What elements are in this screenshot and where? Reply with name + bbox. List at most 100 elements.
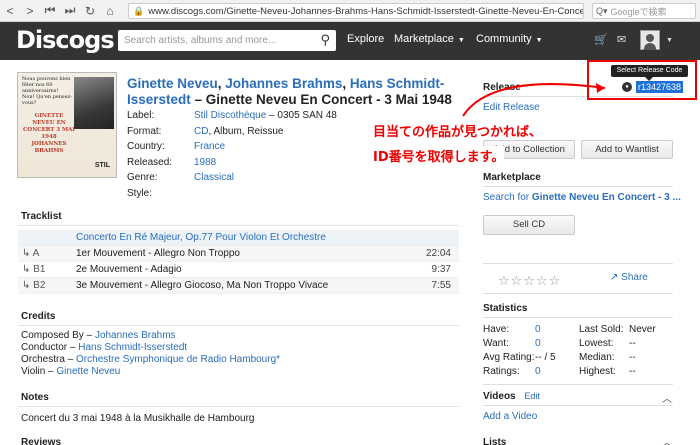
- divider: [483, 384, 673, 385]
- cart-icon[interactable]: 🛒: [594, 33, 608, 46]
- release-code-text[interactable]: r13427638: [636, 81, 684, 93]
- cover-top-text: Nous pouvons bien fêter nos 60 anniversa…: [22, 76, 72, 106]
- avatar[interactable]: [640, 30, 660, 50]
- site-search-placeholder: Search artists, albums and more...: [124, 35, 277, 46]
- search-icon[interactable]: ⚲: [320, 32, 330, 48]
- stat-avg-rating: -- / 5: [535, 352, 556, 363]
- site-header: Discogs Search artists, albums and more.…: [0, 22, 700, 60]
- nav-marketplace-label: Marketplace: [394, 33, 454, 45]
- stat-median: --: [629, 352, 636, 363]
- stat-last-sold: Never: [629, 324, 656, 335]
- meta-row-label: Label: Stil Discothèque – 0305 SAN 48: [127, 108, 337, 124]
- format-link[interactable]: CD: [194, 126, 208, 137]
- stat-have[interactable]: 0: [535, 323, 579, 337]
- cover-photo: [74, 77, 114, 129]
- chevron-down-icon[interactable]: ▼: [666, 37, 673, 44]
- lock-icon: 🔒: [133, 5, 145, 16]
- share-label: Share: [621, 272, 648, 283]
- videos-edit-link[interactable]: Edit: [524, 391, 540, 401]
- site-logo[interactable]: Discogs: [16, 26, 115, 54]
- address-bar[interactable]: 🔒 www.discogs.com/Ginette-Neveu-Johannes…: [128, 3, 584, 19]
- credits-heading: Credits: [21, 311, 56, 322]
- stat-label: Highest:: [579, 366, 616, 377]
- add-to-wantlist-button[interactable]: Add to Wantlist: [581, 140, 673, 159]
- divider: [483, 186, 673, 187]
- annotation-arrow: [462, 83, 606, 117]
- chevron-down-icon: ▼: [457, 37, 465, 44]
- divider: [483, 317, 673, 318]
- divider: [483, 263, 673, 264]
- release-title-text: – Ginette Neveu En Concert - 3 Mai 1948: [190, 92, 452, 107]
- artist-link[interactable]: Johannes Brahms: [225, 76, 342, 91]
- browser-toolbar: < > ⏮ ⏭ ↻ ⌂ 🔒 www.discogs.com/Ginette-Ne…: [0, 0, 700, 22]
- cover-label-mark: STIL: [94, 162, 110, 169]
- add-video-link[interactable]: Add a Video: [483, 411, 537, 422]
- release-cover-image[interactable]: Nous pouvons bien fêter nos 60 anniversa…: [17, 72, 117, 178]
- stat-want[interactable]: 0: [535, 337, 579, 351]
- stat-highest: --: [629, 366, 636, 377]
- divider: [18, 325, 459, 326]
- stat-lowest: --: [629, 338, 636, 349]
- nav-marketplace[interactable]: Marketplace ▼: [394, 33, 465, 45]
- chevron-up-icon[interactable]: ︿: [662, 434, 672, 445]
- meta-row-country: Country: France: [127, 139, 337, 155]
- stat-label: Lowest:: [579, 338, 614, 349]
- stat-label: Want:: [483, 338, 509, 349]
- table-row: ↳ A 1er Mouvement - Allegro Non Troppo 2…: [18, 246, 459, 262]
- track-position: ↳ B2: [22, 280, 46, 291]
- sell-cd-button[interactable]: Sell CD: [483, 215, 575, 235]
- forward-icon[interactable]: >: [20, 0, 40, 22]
- mail-icon[interactable]: ✉: [617, 33, 626, 46]
- rating-stars[interactable]: ☆☆☆☆☆: [498, 273, 561, 289]
- release-code[interactable]: ● r13427638: [622, 81, 684, 93]
- credit-name-link[interactable]: Ginette Neveu: [56, 366, 120, 377]
- meta-key: Label:: [127, 110, 155, 121]
- genre-link[interactable]: Classical: [194, 172, 234, 183]
- track-duration: 7:55: [431, 280, 451, 291]
- track-title-link[interactable]: Concerto En Ré Majeur, Op.77 Pour Violon…: [76, 230, 459, 245]
- credit-name-link[interactable]: Johannes Brahms: [95, 330, 176, 341]
- table-row: ↳ B1 2e Mouvement - Adagio 9:37: [18, 262, 459, 278]
- videos-header: Videos Edit: [483, 391, 540, 402]
- home-icon[interactable]: ⌂: [100, 0, 120, 22]
- cover-mid-text: GINETTE NEVEU EN CONCERT 3 MAI 1948 JOHA…: [23, 113, 75, 154]
- notes-text: Concert du 3 mai 1948 à la Musikhalle de…: [21, 413, 255, 424]
- nav-explore[interactable]: Explore: [347, 33, 384, 45]
- url-text: www.discogs.com/Ginette-Neveu-Johannes-B…: [148, 5, 584, 17]
- search-for-text: Search for: [483, 192, 532, 203]
- share-button[interactable]: ↗ Share: [610, 272, 648, 283]
- site-search-input[interactable]: Search artists, albums and more... ⚲: [118, 30, 336, 51]
- reload-icon[interactable]: ↻: [80, 0, 100, 22]
- artist-link[interactable]: Ginette Neveu: [127, 76, 218, 91]
- released-link[interactable]: 1988: [194, 157, 216, 168]
- back-icon[interactable]: <: [0, 0, 20, 22]
- record-icon: ●: [622, 82, 632, 92]
- skip-forward-icon[interactable]: ⏭: [60, 0, 80, 22]
- share-icon: ↗: [610, 272, 622, 283]
- stat-label: Ratings:: [483, 366, 520, 377]
- track-position: ↳ B1: [22, 264, 46, 275]
- meta-key: Style:: [127, 187, 153, 199]
- chevron-up-icon[interactable]: ︿: [662, 390, 672, 405]
- chevron-down-icon: ▼: [535, 37, 543, 44]
- divider: [483, 293, 673, 294]
- skip-back-icon[interactable]: ⏮: [40, 0, 60, 22]
- videos-heading: Videos: [483, 391, 516, 402]
- credit-name-link[interactable]: Orchestre Symphonique de Radio Hambourg*: [76, 354, 280, 365]
- lists-heading: Lists: [483, 437, 507, 445]
- credit-role: Composed By –: [21, 330, 95, 341]
- marketplace-search-link[interactable]: Search for Ginette Neveu En Concert - 3 …: [483, 192, 681, 203]
- list-item: Orchestra – Orchestre Symphonique de Rad…: [21, 354, 280, 366]
- release-title: Ginette Neveu, Johannes Brahms, Hans Sch…: [127, 76, 467, 108]
- browser-search-field[interactable]: Q▾ Googleで検索: [592, 3, 696, 19]
- statistics-table: Have: 0 Last Sold: Never Want: 0 Lowest: -- Av…: [483, 323, 656, 379]
- nav-community[interactable]: Community ▼: [476, 33, 543, 45]
- divider: [18, 406, 459, 407]
- list-item: Conductor – Hans Schmidt-Isserstedt: [21, 342, 280, 354]
- label-link[interactable]: Stil Discothèque: [194, 110, 266, 121]
- track-title: 1er Mouvement - Allegro Non Troppo: [76, 248, 240, 259]
- country-link[interactable]: France: [194, 141, 225, 152]
- credit-name-link[interactable]: Hans Schmidt-Isserstedt: [78, 342, 187, 353]
- stat-ratings[interactable]: 0: [535, 365, 579, 379]
- meta-key: Genre:: [127, 172, 158, 183]
